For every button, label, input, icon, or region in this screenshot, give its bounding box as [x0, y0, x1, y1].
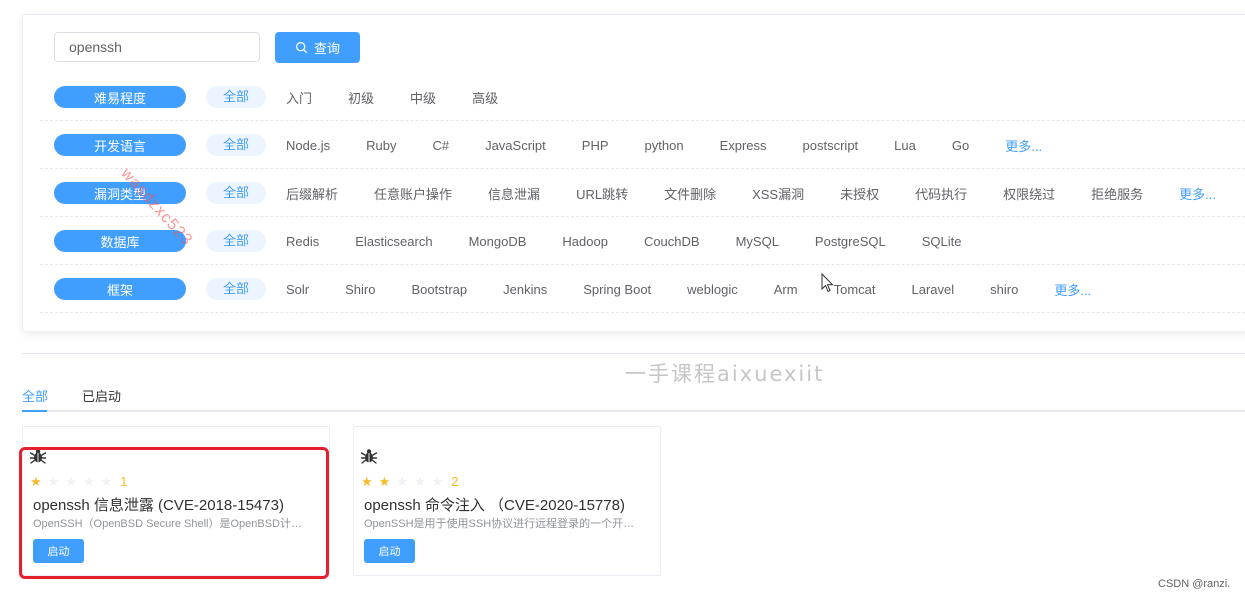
filter-option[interactable]: Spring Boot — [583, 282, 651, 297]
filter-option[interactable]: URL跳转 — [576, 184, 628, 203]
filter-option[interactable]: 权限绕过 — [1003, 184, 1055, 203]
search-button[interactable]: 查询 — [275, 32, 360, 63]
tab-active-indicator — [22, 410, 47, 412]
filter-label: 开发语言 — [54, 134, 186, 156]
center-watermark: 一手课程aixuexiit — [625, 362, 825, 386]
search-icon — [295, 41, 308, 54]
star-rating: ★ ★ ★ ★ ★ 2 — [361, 474, 459, 489]
start-button[interactable]: 启动 — [33, 539, 84, 563]
filter-option[interactable]: MySQL — [736, 234, 779, 249]
vuln-card[interactable]: ★ ★ ★ ★ ★ 1 openssh 信息泄露 (CVE-2018-15473… — [22, 426, 330, 576]
filter-option[interactable]: 代码执行 — [915, 184, 967, 203]
filter-label: 框架 — [54, 278, 186, 300]
filter-option-all[interactable]: 全部 — [206, 182, 267, 204]
star-icon: ★ — [361, 473, 373, 489]
filter-option[interactable]: 文件删除 — [664, 184, 716, 203]
tab-started[interactable]: 已启动 — [82, 386, 121, 405]
star-icon: ★ — [413, 473, 426, 489]
filter-label: 难易程度 — [54, 86, 186, 108]
filter-option[interactable]: SQLite — [922, 234, 962, 249]
more-link[interactable]: 更多... — [1005, 136, 1042, 155]
filter-option[interactable]: 任意账户操作 — [374, 184, 452, 203]
star-icon: ★ — [65, 473, 77, 489]
filter-option-all[interactable]: 全部 — [206, 134, 267, 156]
filter-option[interactable]: Laravel — [912, 282, 955, 297]
filter-option[interactable]: Hadoop — [562, 234, 608, 249]
csdn-watermark: CSDN @ranzi. — [1158, 578, 1231, 590]
card-title: openssh 命令注入 （CVE-2020-15778) — [364, 497, 625, 514]
filter-option[interactable]: Elasticsearch — [355, 234, 432, 249]
divider — [22, 353, 1245, 354]
filter-option[interactable]: Node.js — [286, 138, 330, 153]
filter-option[interactable]: Go — [952, 138, 969, 153]
filter-option-all[interactable]: 全部 — [206, 86, 267, 108]
bug-icon — [29, 449, 47, 464]
vuln-card[interactable]: ★ ★ ★ ★ ★ 2 openssh 命令注入 （CVE-2020-15778… — [353, 426, 661, 576]
filter-option-all[interactable]: 全部 — [206, 230, 267, 252]
filter-row-database: 数据库 全部 Redis Elasticsearch MongoDB Hadoo… — [40, 217, 1245, 265]
filter-row-difficulty: 难易程度 全部 入门 初级 中级 高级 — [40, 73, 1245, 121]
filter-option[interactable]: 未授权 — [840, 184, 879, 203]
filter-option[interactable]: 拒绝服务 — [1091, 184, 1143, 203]
mouse-cursor-icon — [821, 273, 834, 293]
search-input[interactable] — [54, 32, 260, 62]
filter-option[interactable]: 初级 — [348, 88, 374, 107]
start-button[interactable]: 启动 — [364, 539, 415, 563]
filter-option[interactable]: PHP — [582, 138, 609, 153]
filter-row-language: 开发语言 全部 Node.js Ruby C# JavaScript PHP p… — [40, 121, 1245, 169]
filter-option[interactable]: python — [645, 138, 684, 153]
filter-option[interactable]: MongoDB — [469, 234, 527, 249]
filter-option[interactable]: shiro — [990, 282, 1018, 297]
star-icon: ★ — [82, 473, 95, 489]
star-rating: ★ ★ ★ ★ ★ 1 — [30, 474, 128, 489]
star-icon: ★ — [396, 473, 408, 489]
filter-option[interactable]: 信息泄漏 — [488, 184, 540, 203]
filter-option[interactable]: Express — [720, 138, 767, 153]
filter-option[interactable]: Arm — [774, 282, 798, 297]
filter-option[interactable]: PostgreSQL — [815, 234, 886, 249]
filter-option[interactable]: 中级 — [410, 88, 436, 107]
more-link[interactable]: 更多... — [1054, 280, 1091, 299]
bug-icon — [360, 449, 378, 464]
filter-label: 漏洞类型 — [54, 182, 186, 204]
card-title: openssh 信息泄露 (CVE-2018-15473) — [33, 497, 284, 514]
filter-option[interactable]: 高级 — [472, 88, 498, 107]
filter-row-vuln-type: 漏洞类型 全部 后缀解析 任意账户操作 信息泄漏 URL跳转 文件删除 XSS漏… — [40, 169, 1245, 217]
tab-all[interactable]: 全部 — [22, 386, 48, 405]
star-icon: ★ — [378, 473, 391, 489]
filter-label: 数据库 — [54, 230, 186, 252]
star-icon: ★ — [30, 473, 42, 489]
filter-option[interactable]: Shiro — [345, 282, 375, 297]
filter-option[interactable]: 后缀解析 — [286, 184, 338, 203]
filter-option[interactable]: C# — [432, 138, 449, 153]
filter-option[interactable]: Lua — [894, 138, 916, 153]
filter-option[interactable]: postscript — [803, 138, 859, 153]
card-description: OpenSSH（OpenBSD Secure Shell）是OpenBSD计划组… — [33, 518, 313, 530]
filter-option[interactable]: 入门 — [286, 88, 312, 107]
filter-option[interactable]: Redis — [286, 234, 319, 249]
filter-option[interactable]: Jenkins — [503, 282, 547, 297]
card-description: OpenSSH是用于使用SSH协议进行远程登录的一个开源实现 — [364, 518, 644, 530]
star-icon: ★ — [47, 473, 60, 489]
star-icon: ★ — [431, 473, 444, 489]
rating-value: 1 — [120, 474, 128, 489]
tabs-divider — [22, 410, 1245, 412]
search-button-label: 查询 — [313, 41, 340, 56]
filter-option[interactable]: XSS漏洞 — [752, 184, 804, 203]
filter-option[interactable]: Ruby — [366, 138, 396, 153]
more-link[interactable]: 更多... — [1179, 184, 1216, 203]
filter-option-all[interactable]: 全部 — [206, 278, 267, 300]
filter-option[interactable]: JavaScript — [485, 138, 546, 153]
filter-row-framework: 框架 全部 Solr Shiro Bootstrap Jenkins Sprin… — [40, 265, 1245, 313]
filter-option[interactable]: CouchDB — [644, 234, 700, 249]
star-icon: ★ — [100, 473, 113, 489]
filter-option[interactable]: Tomcat — [834, 282, 876, 297]
filter-option[interactable]: Solr — [286, 282, 309, 297]
filter-option[interactable]: weblogic — [687, 282, 738, 297]
rating-value: 2 — [451, 474, 459, 489]
filter-option[interactable]: Bootstrap — [412, 282, 468, 297]
